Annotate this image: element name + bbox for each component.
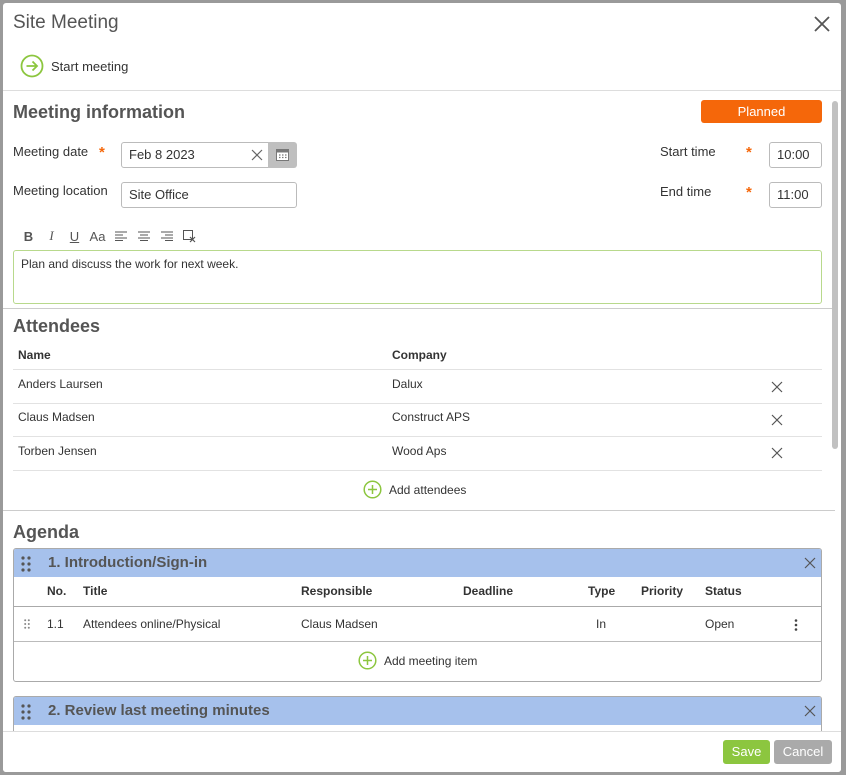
close-icon[interactable] [813,15,831,33]
start-meeting-label: Start meeting [51,58,129,74]
required-marker: * [99,144,105,161]
clear-date-icon[interactable] [251,149,263,161]
end-time-value: 11:00 [777,187,809,202]
meeting-location-input[interactable]: Site Office [121,182,297,208]
remove-attendee-icon[interactable] [771,381,783,393]
agenda-group-title: 1. Introduction/Sign-in [48,554,208,571]
divider [13,403,822,404]
agenda-item-row[interactable]: 1.1 Attendees online/Physical Claus Mads… [14,607,821,641]
dialog-content: Meeting information Planned Meeting date… [3,91,841,731]
meeting-date-value: Feb 8 2023 [129,147,195,162]
required-marker: * [746,184,752,201]
site-meeting-dialog: Site Meeting Start meeting Meeting infor… [3,3,841,772]
bold-button[interactable]: B [17,227,40,245]
agenda-col-type: Type [588,584,616,598]
agenda-group-header[interactable]: 2. Review last meeting minutes [14,697,821,725]
font-size-button[interactable]: Aa [86,227,109,245]
divider [3,308,835,309]
attendee-company: Dalux [392,377,423,391]
dialog-header: Site Meeting Start meeting [3,3,841,91]
align-center-icon [137,231,150,241]
agenda-group: 2. Review last meeting minutes [13,696,822,731]
end-time-label: End time [660,184,712,199]
agenda-item-responsible: Claus Madsen [301,617,378,631]
agenda-group: 1. Introduction/Sign-in No. Title Respon… [13,548,822,682]
clear-format-icon [183,229,196,242]
cancel-button[interactable]: Cancel [774,740,832,764]
meeting-date-input[interactable]: Feb 8 2023 [121,142,271,168]
start-time-value: 10:00 [777,147,810,162]
more-options-icon[interactable] [794,619,798,631]
dialog-footer: Save Cancel [3,731,841,772]
close-icon[interactable] [804,705,816,717]
meeting-location-label: Meeting location [13,183,108,198]
start-time-label: Start time [660,144,716,159]
agenda-col-status: Status [705,584,742,598]
plus-circle-icon [358,651,377,670]
attendee-name: Torben Jensen [18,444,97,458]
align-right-icon [160,231,173,241]
drag-handle-icon[interactable] [21,556,31,572]
align-center-button[interactable] [132,227,155,245]
plus-circle-icon [363,480,382,499]
agenda-item-type: In [596,617,607,631]
add-meeting-item-label: Add meeting item [384,653,478,668]
agenda-col-priority: Priority [641,584,684,598]
align-left-icon [114,231,127,241]
save-button[interactable]: Save [723,740,770,764]
meeting-location-value: Site Office [129,187,189,202]
agenda-col-deadline: Deadline [463,584,514,598]
start-meeting-button[interactable]: Start meeting [20,54,128,78]
attendees-title: Attendees [13,316,101,336]
dialog-title: Site Meeting [13,12,119,33]
calendar-button[interactable] [268,142,297,168]
divider [14,641,821,642]
add-attendees-button[interactable]: Add attendees [363,480,466,499]
agenda-col-no: No. [47,584,67,598]
drag-handle-icon[interactable] [21,704,31,720]
status-badge[interactable]: Planned [701,100,822,123]
agenda-col-responsible: Responsible [301,584,373,598]
description-editor[interactable]: Plan and discuss the work for next week. [13,250,822,304]
required-marker: * [746,144,752,161]
add-meeting-item-button[interactable]: Add meeting item [358,651,477,670]
start-time-input[interactable]: 10:00 [769,142,822,168]
remove-attendee-icon[interactable] [771,447,783,459]
agenda-item-title: Attendees online/Physical [83,617,221,631]
scrollbar[interactable] [832,91,838,731]
attendee-company: Wood Aps [392,444,447,458]
meeting-date-label: Meeting date [13,144,89,159]
agenda-group-title: 2. Review last meeting minutes [48,702,270,719]
agenda-col-title: Title [83,584,108,598]
attendee-name: Anders Laursen [18,377,103,391]
description-text: Plan and discuss the work for next week. [21,257,239,271]
clear-format-button[interactable] [178,227,201,245]
meeting-information-title: Meeting information [13,102,185,122]
remove-attendee-icon[interactable] [771,414,783,426]
end-time-input[interactable]: 11:00 [769,182,822,208]
arrow-right-circle-icon [20,54,44,78]
agenda-group-header[interactable]: 1. Introduction/Sign-in [14,549,821,577]
attendees-col-name: Name [18,348,51,362]
align-right-button[interactable] [155,227,178,245]
agenda-title: Agenda [13,522,80,542]
divider [3,510,835,511]
calendar-icon [276,149,289,161]
agenda-item-status: Open [705,617,735,631]
drag-handle-icon[interactable] [24,619,30,629]
divider [13,470,822,471]
italic-button[interactable]: I [40,227,63,245]
close-icon[interactable] [804,557,816,569]
attendee-name: Claus Madsen [18,410,95,424]
divider [13,436,822,437]
attendee-company: Construct APS [392,410,471,424]
scrollbar-thumb[interactable] [832,101,838,449]
add-attendees-label: Add attendees [389,482,467,497]
underline-button[interactable]: U [63,227,86,245]
divider [13,369,822,370]
agenda-item-no: 1.1 [47,617,64,631]
attendees-col-company: Company [392,348,447,362]
text-format-toolbar: B I U Aa [17,227,201,245]
align-left-button[interactable] [109,227,132,245]
